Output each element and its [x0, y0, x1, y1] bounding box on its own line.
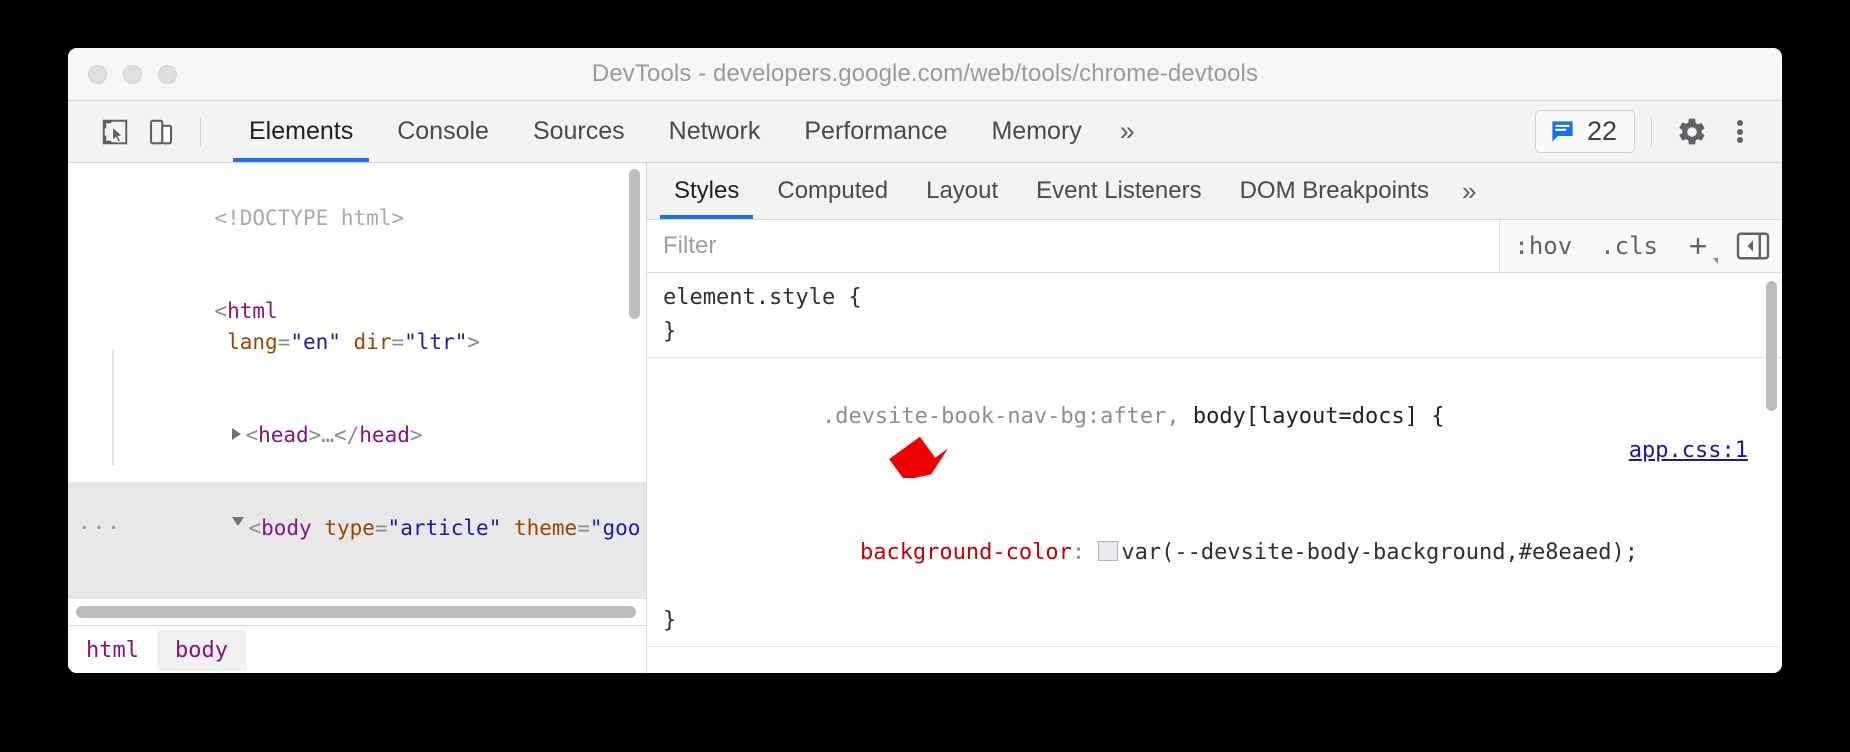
- tab-elements[interactable]: Elements: [227, 101, 375, 162]
- tab-network-label: Network: [669, 117, 761, 146]
- tab-layout[interactable]: Layout: [907, 163, 1017, 219]
- search-input[interactable]: [647, 220, 1500, 272]
- background-color-swatch[interactable]: [1098, 541, 1118, 561]
- node-badge-ellipsis-icon[interactable]: ···: [78, 513, 122, 544]
- dom-doctype-text: <!DOCTYPE html>: [214, 206, 404, 230]
- tab-performance-label: Performance: [804, 117, 947, 146]
- css-rule-close-brace: }: [663, 604, 1782, 638]
- tab-elements-label: Elements: [249, 117, 353, 146]
- breadcrumb-item-body[interactable]: body: [157, 630, 246, 671]
- css-rule-selector[interactable]: .devsite-book-nav-bg:after, body[layout=…: [663, 366, 1782, 502]
- devtools-window: DevTools - developers.google.com/web/too…: [68, 48, 1782, 673]
- breadcrumb: html body: [68, 625, 646, 673]
- tab-computed-label: Computed: [777, 177, 888, 205]
- css-rule-devsite-book-nav[interactable]: .devsite-book-nav-bg:after, body[layout=…: [647, 358, 1782, 647]
- stylesheet-origin-link[interactable]: app.css:1: [1629, 434, 1748, 468]
- window-title: DevTools - developers.google.com/web/too…: [68, 60, 1782, 88]
- new-style-rule-button[interactable]: +: [1672, 220, 1724, 272]
- css-property-value[interactable]: var(--devsite-body-background,#e8eaed);: [1121, 540, 1638, 565]
- window-title-bar: DevTools - developers.google.com/web/too…: [68, 48, 1782, 101]
- dom-line-body-1[interactable]: ···<body type="article" theme="goo: [68, 482, 646, 575]
- css-selector-matched: body[layout=docs] {: [1180, 404, 1445, 429]
- toggle-element-class-button[interactable]: .cls: [1586, 220, 1672, 272]
- tab-console[interactable]: Console: [375, 101, 511, 162]
- tab-memory[interactable]: Memory: [969, 101, 1103, 162]
- kebab-dot-2: [1737, 129, 1743, 135]
- kebab-dot-1: [1737, 120, 1743, 126]
- show-computed-sidebar-icon[interactable]: [1724, 220, 1782, 272]
- toolbar-right-cluster: 22: [1535, 108, 1764, 156]
- tab-event-listeners[interactable]: Event Listeners: [1017, 163, 1220, 219]
- gear-icon[interactable]: [1668, 108, 1716, 156]
- css-rule-selector[interactable]: [theme=google-blue] { app.css:1: [663, 655, 1782, 673]
- tab-styles[interactable]: Styles: [655, 163, 758, 219]
- dom-tree-horizontal-scrollbar-track[interactable]: [68, 598, 646, 625]
- tab-dom-breakpoints-label: DOM Breakpoints: [1240, 177, 1429, 205]
- tab-event-listeners-label: Event Listeners: [1036, 177, 1201, 205]
- styles-vertical-scrollbar[interactable]: [1766, 281, 1777, 411]
- close-window-button[interactable]: [88, 65, 107, 84]
- tab-sources[interactable]: Sources: [511, 101, 647, 162]
- devtools-main-toolbar: Elements Console Sources Network Perform…: [68, 101, 1782, 163]
- collapse-body-triangle-icon[interactable]: [232, 517, 244, 532]
- css-selector-unmatched: .devsite-book-nav-bg:after,: [822, 404, 1180, 429]
- panel-tab-strip: Elements Console Sources Network Perform…: [227, 101, 1151, 162]
- console-message-badge[interactable]: 22: [1535, 110, 1635, 153]
- styles-tab-strip: Styles Computed Layout Event Listeners D…: [647, 163, 1782, 220]
- expand-head-triangle-icon[interactable]: [232, 428, 241, 440]
- toolbar-divider-right: [1651, 117, 1652, 147]
- more-panels-label: »: [1120, 116, 1135, 147]
- css-rule-element-style[interactable]: element.style { }: [647, 273, 1782, 358]
- devtools-body: <!DOCTYPE html> <html lang="en" dir="ltr…: [68, 163, 1782, 673]
- dom-line-doctype[interactable]: <!DOCTYPE html>: [68, 172, 646, 265]
- css-rule-theme-google-blue[interactable]: [theme=google-blue] { app.css:1 --devsit…: [647, 647, 1782, 673]
- more-panels-chevron-icon[interactable]: »: [1104, 101, 1151, 162]
- new-style-rule-caret-icon: [1713, 258, 1718, 264]
- dom-tree-vertical-scrollbar[interactable]: [629, 169, 640, 319]
- tab-console-label: Console: [397, 117, 489, 146]
- tab-memory-label: Memory: [991, 117, 1081, 146]
- dom-line-html[interactable]: <html lang="en" dir="ltr">: [68, 265, 646, 389]
- minimize-window-button[interactable]: [123, 65, 142, 84]
- message-bubble-icon: [1549, 118, 1576, 145]
- more-styles-tabs-label: »: [1462, 176, 1476, 207]
- device-toolbar-icon[interactable]: [138, 109, 184, 155]
- css-rule-selector[interactable]: element.style {: [663, 281, 1782, 315]
- tab-layout-label: Layout: [926, 177, 998, 205]
- css-property-name[interactable]: background-color: [860, 540, 1072, 565]
- dom-tree[interactable]: <!DOCTYPE html> <html lang="en" dir="ltr…: [68, 163, 646, 598]
- window-traffic-lights: [88, 65, 177, 84]
- toggle-pseudo-class-button[interactable]: :hov: [1500, 220, 1586, 272]
- elements-dom-pane: <!DOCTYPE html> <html lang="en" dir="ltr…: [68, 163, 647, 673]
- kebab-dot-3: [1737, 137, 1743, 143]
- dom-line-head[interactable]: <head>…</head>: [68, 389, 646, 482]
- tab-computed[interactable]: Computed: [758, 163, 907, 219]
- tab-dom-breakpoints[interactable]: DOM Breakpoints: [1221, 163, 1448, 219]
- css-declaration[interactable]: background-color: var(--devsite-body-bac…: [663, 502, 1782, 604]
- styles-sidebar-pane: Styles Computed Layout Event Listeners D…: [647, 163, 1782, 673]
- dom-tree-horizontal-scrollbar[interactable]: [76, 606, 636, 618]
- dom-line-body-2[interactable]: gle-blue" class layout="docs": [68, 575, 646, 598]
- css-rules-list[interactable]: element.style { } .devsite-book-nav-bg:a…: [647, 273, 1782, 673]
- console-message-count: 22: [1587, 116, 1617, 147]
- tab-styles-label: Styles: [674, 177, 739, 205]
- styles-filter-row: :hov .cls +: [647, 220, 1782, 273]
- new-style-rule-label: +: [1689, 228, 1708, 265]
- tab-sources-label: Sources: [533, 117, 625, 146]
- breadcrumb-item-html[interactable]: html: [68, 630, 157, 671]
- more-styles-tabs-chevron-icon[interactable]: »: [1448, 163, 1490, 219]
- tab-performance[interactable]: Performance: [782, 101, 969, 162]
- zoom-window-button[interactable]: [158, 65, 177, 84]
- tab-network[interactable]: Network: [647, 101, 783, 162]
- css-rule-close-brace: }: [663, 315, 1782, 349]
- toolbar-divider: [200, 117, 201, 147]
- kebab-menu-icon[interactable]: [1716, 108, 1764, 156]
- inspect-element-icon[interactable]: [92, 109, 138, 155]
